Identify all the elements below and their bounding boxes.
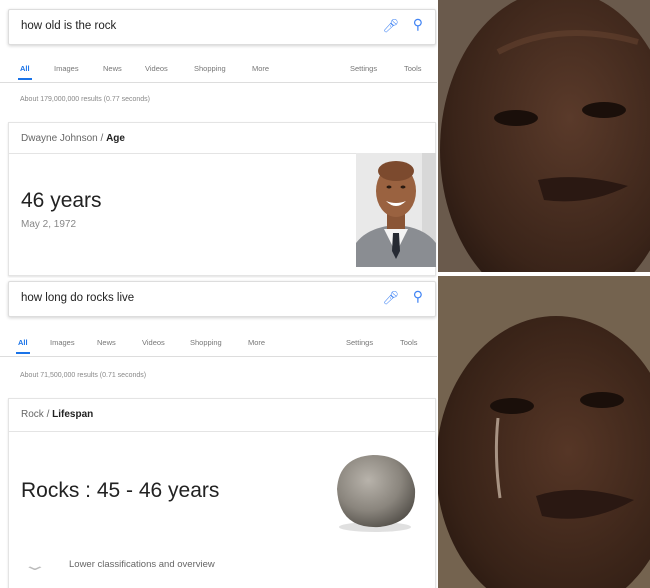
result-stats: About 71,500,000 results (0.71 seconds) bbox=[20, 372, 147, 379]
breadcrumb: Dwayne Johnson / Age bbox=[21, 133, 125, 144]
search-tabs: All Images News Videos Shopping More Set… bbox=[0, 60, 437, 83]
tab-videos[interactable]: Videos bbox=[142, 338, 165, 347]
search-bar[interactable]: how old is the rock 🎤︎ ⚲ bbox=[8, 9, 436, 45]
search-input[interactable]: how long do rocks live bbox=[21, 292, 134, 304]
lower-classifications-link[interactable]: Lower classifications and overview bbox=[69, 559, 215, 570]
crumb-subject[interactable]: Dwayne Johnson bbox=[21, 133, 98, 144]
search-panel-bottom: how long do rocks live 🎤︎ ⚲ All Images N… bbox=[0, 278, 437, 588]
result-stats: About 179,000,000 results (0.77 seconds) bbox=[20, 96, 150, 103]
tab-tools[interactable]: Tools bbox=[400, 338, 418, 347]
answer-date: May 2, 1972 bbox=[21, 219, 77, 230]
tab-tools[interactable]: Tools bbox=[404, 64, 422, 73]
tab-settings[interactable]: Settings bbox=[346, 338, 373, 347]
chevron-down-icon[interactable]: ⌄ bbox=[22, 557, 48, 574]
microphone-icon[interactable]: 🎤︎ bbox=[382, 290, 399, 306]
tab-all[interactable]: All bbox=[16, 338, 30, 354]
search-panel-top: how old is the rock 🎤︎ ⚲ All Images News… bbox=[0, 0, 437, 278]
knowledge-card: Dwayne Johnson / Age 46 years May 2, 197… bbox=[8, 122, 436, 276]
crumb-subject[interactable]: Rock bbox=[21, 409, 44, 420]
magnifier-icon[interactable]: ⚲ bbox=[413, 16, 423, 33]
knowledge-card: Rock / Lifespan Rocks : 45 - 46 years ⌄ … bbox=[8, 398, 436, 588]
tab-shopping[interactable]: Shopping bbox=[194, 64, 226, 73]
crumb-attribute: Age bbox=[106, 133, 125, 144]
tab-news[interactable]: News bbox=[103, 64, 122, 73]
answer-text: Rocks : 45 - 46 years bbox=[21, 479, 220, 502]
crumb-attribute: Lifespan bbox=[52, 409, 94, 420]
reaction-photo-top bbox=[438, 0, 650, 272]
answer-text: 46 years bbox=[21, 189, 102, 212]
microphone-icon[interactable]: 🎤︎ bbox=[382, 18, 399, 34]
divider bbox=[9, 431, 435, 432]
tab-all[interactable]: All bbox=[18, 64, 32, 80]
magnifier-icon[interactable]: ⚲ bbox=[413, 288, 423, 305]
tab-more[interactable]: More bbox=[248, 338, 265, 347]
tab-news[interactable]: News bbox=[97, 338, 116, 347]
tab-videos[interactable]: Videos bbox=[145, 64, 168, 73]
person-photo[interactable] bbox=[356, 153, 436, 267]
search-tabs: All Images News Videos Shopping More Set… bbox=[0, 334, 437, 357]
tab-settings[interactable]: Settings bbox=[350, 64, 377, 73]
breadcrumb: Rock / Lifespan bbox=[21, 409, 94, 420]
rock-image[interactable] bbox=[325, 445, 421, 540]
search-input[interactable]: how old is the rock bbox=[21, 20, 116, 32]
reaction-photo-bottom bbox=[438, 276, 650, 588]
tab-images[interactable]: Images bbox=[50, 338, 75, 347]
tab-more[interactable]: More bbox=[252, 64, 269, 73]
tab-shopping[interactable]: Shopping bbox=[190, 338, 222, 347]
search-bar[interactable]: how long do rocks live 🎤︎ ⚲ bbox=[8, 281, 436, 317]
tab-images[interactable]: Images bbox=[54, 64, 79, 73]
